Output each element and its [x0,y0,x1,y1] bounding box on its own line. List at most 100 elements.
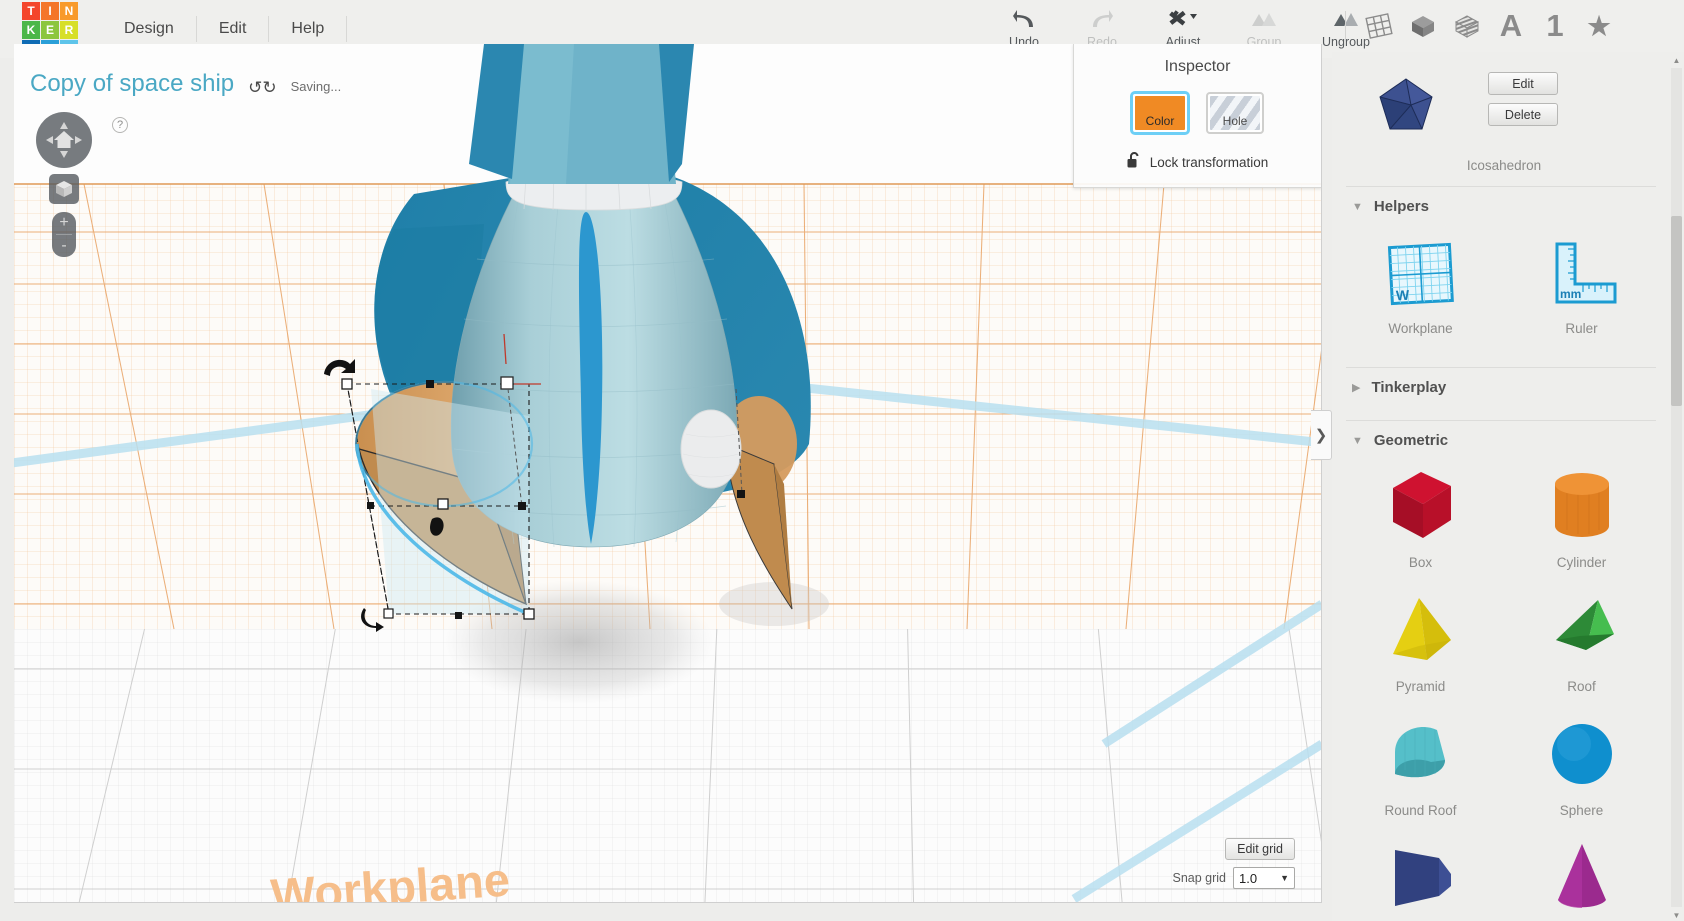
section-header-geometric[interactable]: ▼ Geometric [1332,421,1670,460]
shape-item-round-roof[interactable]: Round Roof [1340,708,1501,832]
shape-label-round-roof: Round Roof [1384,803,1457,818]
selected-object-header: Edit Delete [1332,52,1670,152]
zoom-controls: + - [52,212,76,257]
grid-controls: Edit grid Snap grid 1.0 ▼ [1172,838,1295,889]
solid-cube-icon[interactable] [1404,6,1442,46]
zoom-in-button[interactable]: + [52,212,76,234]
scroll-down-arrow-icon[interactable]: ▼ [1671,909,1682,921]
text-a-icon[interactable]: A [1492,6,1530,46]
project-title[interactable]: Copy of space ship [30,70,234,98]
inspector-title: Inspector [1164,58,1231,75]
snap-grid-label: Snap grid [1172,871,1226,885]
number-one-icon[interactable]: 1 [1536,6,1574,46]
delete-object-button[interactable]: Delete [1488,103,1558,126]
logo-tile-n: N [60,2,78,20]
triangle-expanded-icon: ▼ [1352,434,1363,447]
shape-item-pyramid[interactable]: Pyramid [1340,584,1501,708]
shape-item-cone[interactable]: Cone [1501,832,1662,921]
edit-grid-button[interactable]: Edit grid [1225,838,1295,860]
project-header: Copy of space ship ↺↻ Saving... [30,70,341,98]
hole-swatch-button[interactable]: Hole [1206,92,1264,134]
cylinder-shape-icon [1536,466,1628,546]
shape-item-sphere[interactable]: Sphere [1501,708,1662,832]
fit-view-cube-icon[interactable] [49,174,79,204]
shape-label-roof: Roof [1567,679,1596,694]
round-roof-shape-icon [1375,714,1467,794]
snap-grid-select[interactable]: 1.0 ▼ [1233,867,1295,889]
triangle-expanded-icon: ▼ [1352,200,1363,213]
logo-tile-t: T [22,2,40,20]
icosahedron-thumbnail-icon [1350,66,1462,152]
3d-viewport[interactable]: Workplane Copy of space ship ↺↻ Saving..… [14,44,1322,903]
object-actions: Edit Delete [1488,72,1558,152]
logo-tile-i: I [41,2,59,20]
sync-refresh-icon[interactable]: ↺↻ [248,78,277,98]
snap-grid-row: Snap grid 1.0 ▼ [1172,867,1295,889]
collapse-panel-button[interactable]: ❯ [1311,410,1332,460]
nav-help-icon[interactable]: ? [112,117,128,133]
selected-object-name: Icosahedron [1466,158,1542,173]
section-title-helpers: Helpers [1373,198,1429,215]
snap-grid-value: 1.0 [1239,870,1258,886]
menu-item-help[interactable]: Help [269,16,348,42]
scroll-up-arrow-icon[interactable]: ▲ [1671,54,1682,66]
scrollbar-track[interactable] [1671,68,1682,907]
geometric-grid: Box Cylinder Pyramid Roof Round Roof Sph… [1332,460,1670,921]
undo-arrow-icon [1011,6,1037,32]
menu-item-edit[interactable]: Edit [197,16,270,42]
section-title-tinkerplay: Tinkerplay [1371,379,1447,396]
hole-swatch-label: Hole [1222,114,1248,128]
helpers-grid: W Workplane mm Ruler [1332,226,1670,354]
section-header-helpers[interactable]: ▼ Helpers [1332,187,1670,226]
shape-label-workplane: Workplane [1388,321,1453,336]
shape-item-roof[interactable]: Roof [1501,584,1662,708]
shape-label-cylinder: Cylinder [1556,555,1607,570]
logo-tile-e: E [41,21,59,39]
menu-item-design[interactable]: Design [102,16,197,42]
inspector-panel: Inspector Color Hole ? [1073,44,1321,188]
section-title-geometric: Geometric [1373,432,1449,449]
sphere-shape-icon [1536,714,1628,794]
roof-shape-icon [1536,590,1628,670]
ruler-helper-icon: mm [1539,232,1625,312]
edit-object-button[interactable]: Edit [1488,72,1558,95]
orbit-dial[interactable] [36,112,92,168]
color-swatch-label: Color [1145,114,1175,128]
workplane-grid-icon[interactable] [1360,6,1398,46]
view-mode-icons: A 1 ★ [1337,0,1618,52]
logo-tile-k: K [22,21,40,39]
toolbar-divider [1345,11,1346,41]
box-shape-icon [1375,466,1467,546]
logo-tile-r: R [60,21,78,39]
cone-shape-icon [1536,838,1628,918]
star-favorite-icon[interactable]: ★ [1580,6,1618,46]
shapes-panel-scroll: Edit Delete Icosahedron ▼ Helpers W Work… [1332,52,1670,921]
shapes-panel-scrollbar[interactable]: ▲ ▼ [1671,54,1682,921]
wedge-shape-icon [1375,838,1467,918]
view-navigation-controls: + - ? [36,112,128,257]
zoom-out-button[interactable]: - [52,235,76,257]
lock-transformation-row[interactable]: Lock transformation [1074,152,1321,173]
group-mountains-icon [1249,6,1279,32]
lock-transformation-label: Lock transformation [1149,155,1269,170]
open-padlock-icon [1127,152,1141,173]
redo-arrow-icon [1089,6,1115,32]
shape-item-cylinder[interactable]: Cylinder [1501,460,1662,584]
shape-item-ruler[interactable]: mm Ruler [1501,226,1662,350]
adjust-icon [1166,6,1200,32]
inspector-swatches: Color Hole ? [1074,92,1321,134]
shape-label-box: Box [1408,555,1433,570]
pyramid-shape-icon [1375,590,1467,670]
shapes-panel: Edit Delete Icosahedron ▼ Helpers W Work… [1332,52,1684,921]
svg-text:mm: mm [1560,287,1581,301]
shape-item-wedge[interactable]: Wedge [1340,832,1501,921]
section-header-tinkerplay[interactable]: ▶ Tinkerplay [1332,368,1670,407]
shape-item-box[interactable]: Box [1340,460,1501,584]
color-swatch-button[interactable]: Color [1131,92,1189,134]
striped-cube-icon[interactable] [1448,6,1486,46]
svg-text:W: W [1395,287,1410,304]
scrollbar-thumb[interactable] [1671,216,1682,406]
save-status: Saving... [290,79,342,94]
chevron-down-icon: ▼ [1280,873,1289,883]
shape-item-workplane[interactable]: W Workplane [1340,226,1501,350]
